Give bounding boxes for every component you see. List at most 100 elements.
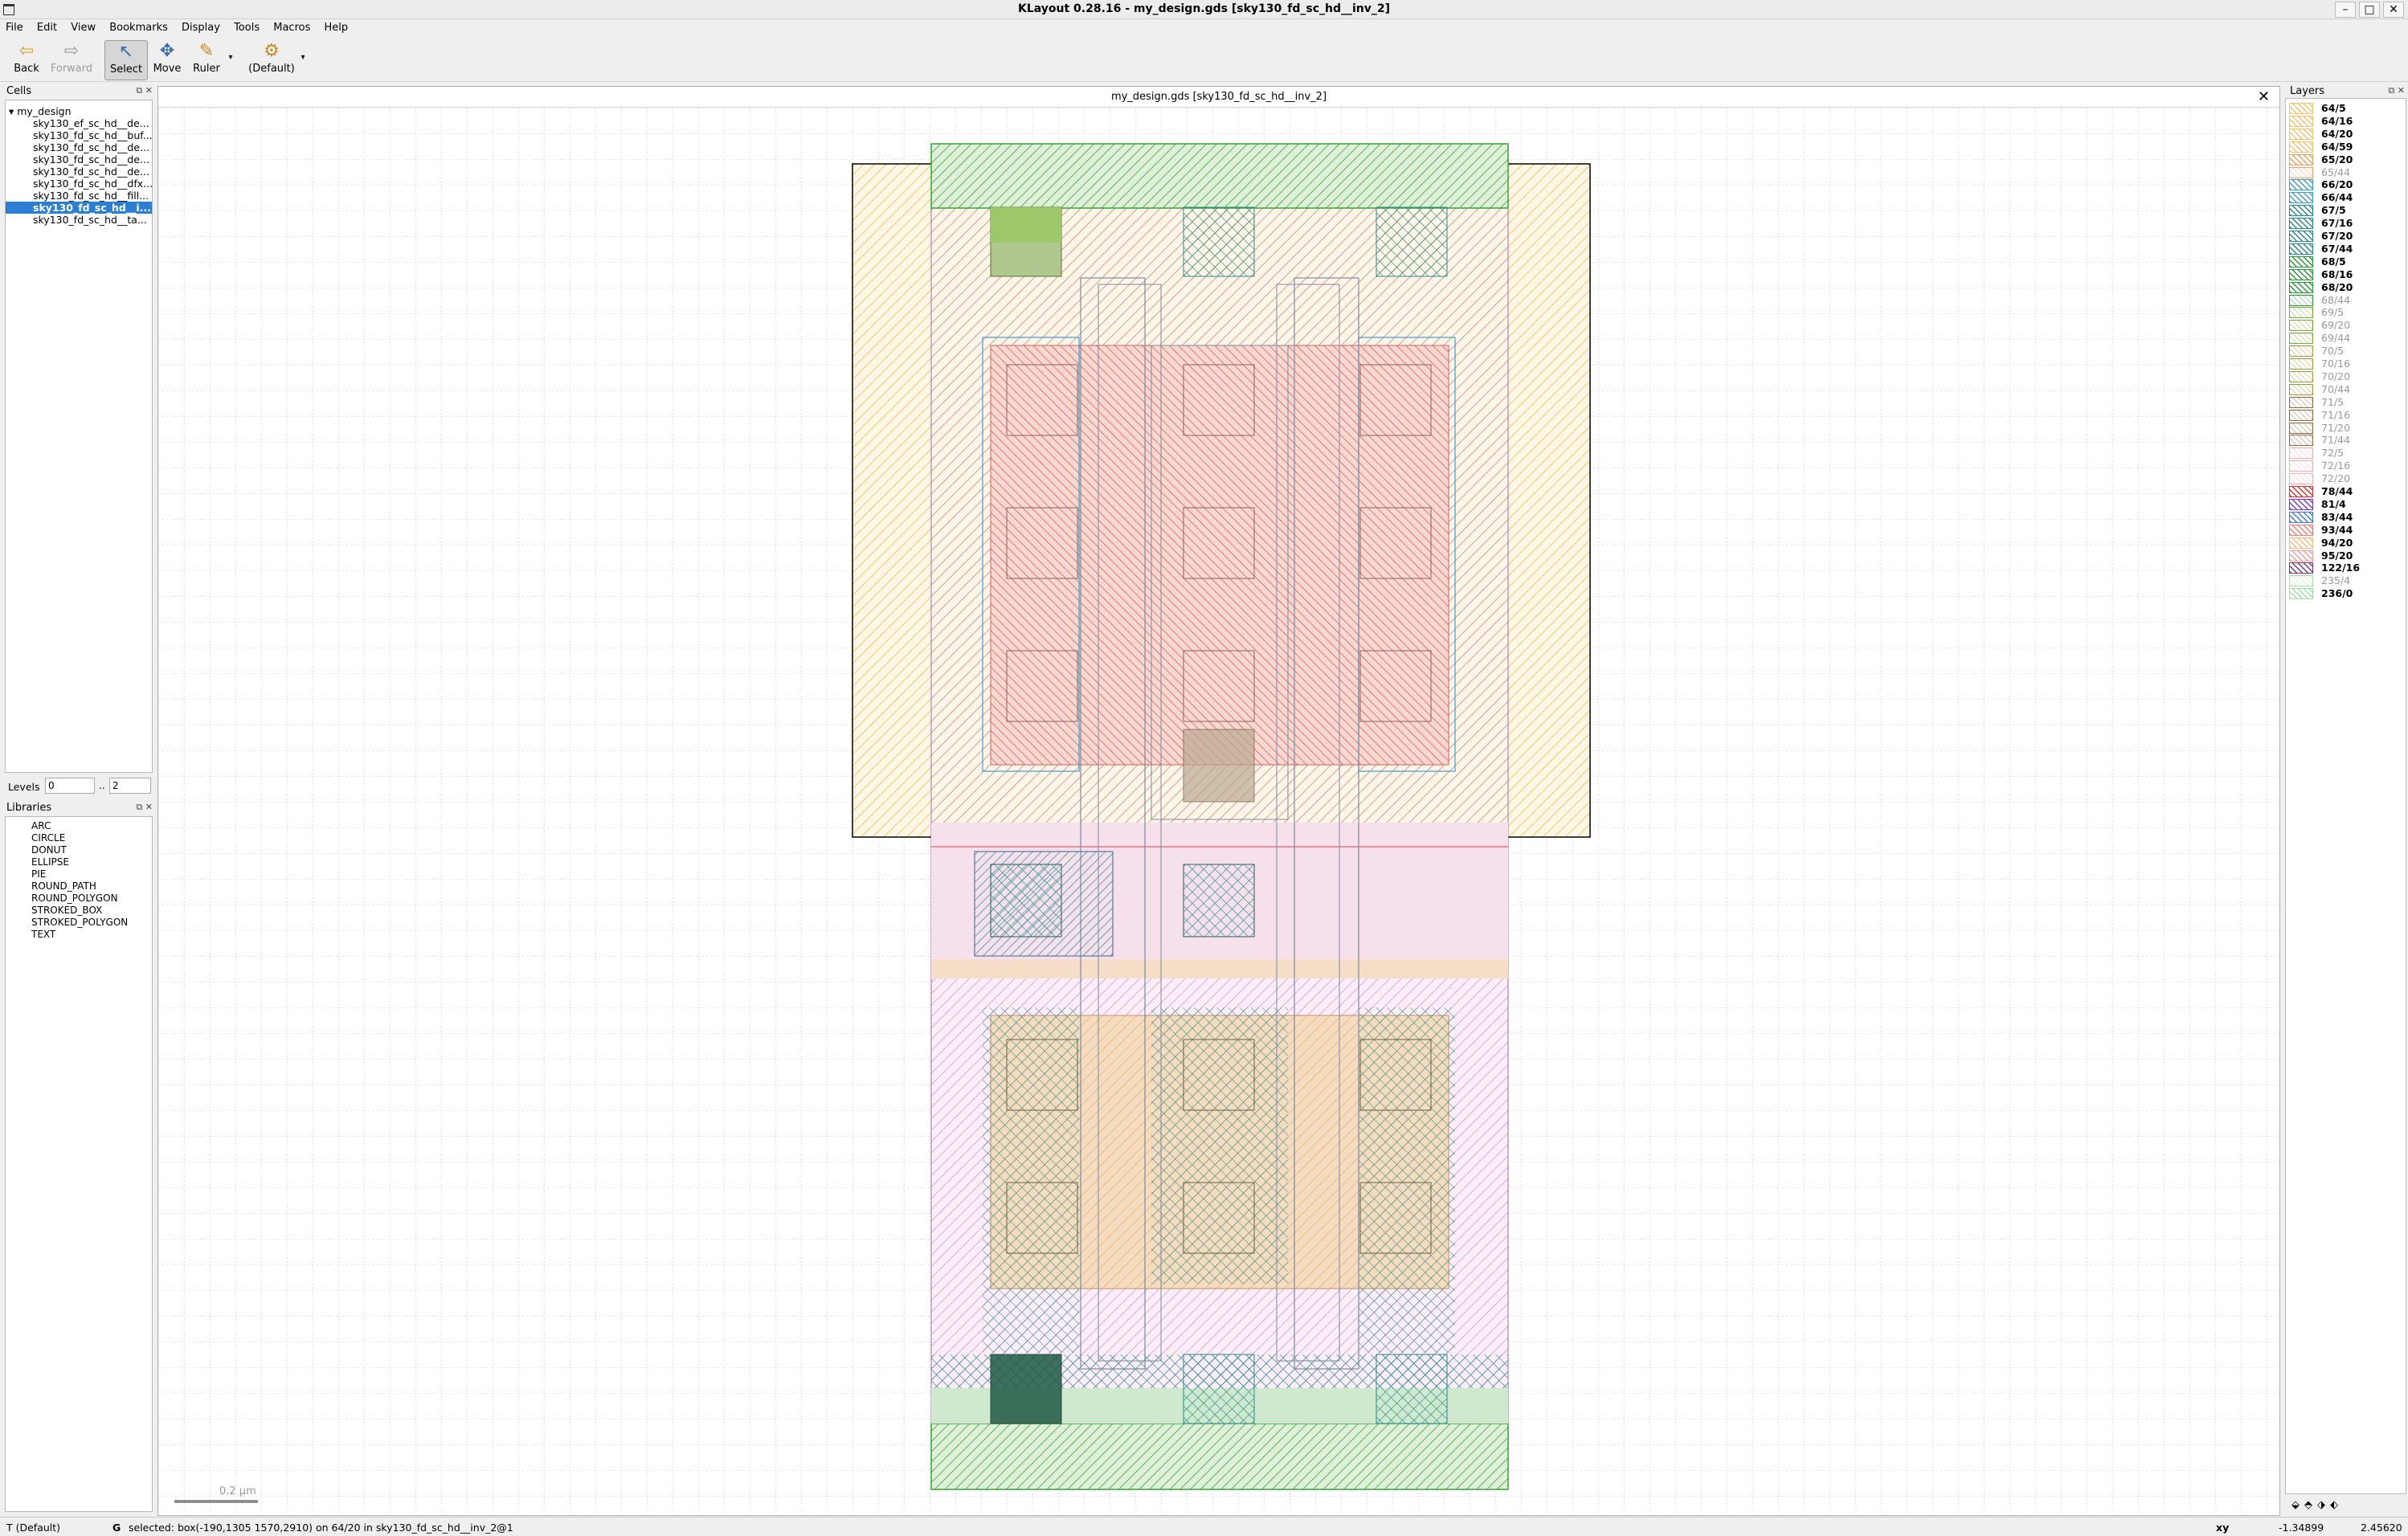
close-window-icon[interactable]: ✕: [2383, 2, 2404, 18]
layer-item[interactable]: 65/20: [2289, 153, 2402, 166]
back-button[interactable]: ⇦ Back: [10, 40, 43, 80]
levels-to-input[interactable]: 2: [109, 778, 151, 794]
library-item[interactable]: DONUT: [6, 844, 152, 856]
cell-item[interactable]: sky130_fd_sc_hd__buf...: [6, 129, 152, 141]
layer-item[interactable]: 68/16: [2289, 268, 2402, 281]
menu-file[interactable]: File: [0, 19, 28, 34]
ruler-button[interactable]: ✎ Ruler: [190, 40, 223, 80]
move-button[interactable]: ✥ Move: [151, 40, 183, 80]
layer-item[interactable]: 67/5: [2289, 204, 2402, 217]
layer-item[interactable]: 67/44: [2289, 243, 2402, 255]
layer-item[interactable]: 66/44: [2289, 191, 2402, 204]
layer-item[interactable]: 236/0: [2289, 587, 2402, 600]
cell-item[interactable]: sky130_fd_sc_hd__i...: [6, 202, 152, 214]
cell-item[interactable]: sky130_fd_sc_hd__de...: [6, 165, 152, 178]
layer-item[interactable]: 70/44: [2289, 383, 2402, 396]
layer-item[interactable]: 64/16: [2289, 115, 2402, 128]
layer-item[interactable]: 68/5: [2289, 255, 2402, 268]
layer-item[interactable]: 68/44: [2289, 294, 2402, 307]
layer-item[interactable]: 71/44: [2289, 434, 2402, 447]
maximize-icon[interactable]: □: [2359, 2, 2380, 18]
close-view-icon[interactable]: ✕: [2258, 88, 2270, 105]
layer-item[interactable]: 122/16: [2289, 562, 2402, 574]
layer-item[interactable]: 64/20: [2289, 128, 2402, 141]
layer-name: 64/16: [2321, 114, 2353, 127]
menu-bookmarks[interactable]: Bookmarks: [104, 19, 173, 34]
library-item[interactable]: ROUND_PATH: [6, 880, 152, 893]
menu-help[interactable]: Help: [319, 19, 354, 34]
minimize-icon[interactable]: –: [2335, 2, 2356, 18]
layer-item[interactable]: 83/44: [2289, 511, 2402, 524]
layer-item[interactable]: 72/20: [2289, 472, 2402, 485]
layer-name: 236/0: [2321, 587, 2353, 600]
layer-item[interactable]: 235/4: [2289, 574, 2402, 587]
layer-swatch-icon: [2289, 192, 2313, 204]
layer-nav-icons[interactable]: ⬙⬘⬗⬖: [2291, 1499, 2343, 1511]
library-item[interactable]: PIE: [6, 868, 152, 880]
dock-float-close-icon[interactable]: ⧉ ✕: [2388, 85, 2405, 96]
menu-view[interactable]: View: [65, 19, 100, 34]
layer-item[interactable]: 93/44: [2289, 524, 2402, 537]
layer-item[interactable]: 69/20: [2289, 319, 2402, 332]
status-coord-mode: xy: [2216, 1522, 2230, 1534]
layer-item[interactable]: 72/16: [2289, 460, 2402, 472]
layer-name: 68/16: [2321, 268, 2353, 280]
layer-name: 78/44: [2321, 485, 2353, 497]
menu-edit[interactable]: Edit: [31, 19, 62, 34]
layer-item[interactable]: 69/44: [2289, 332, 2402, 345]
menu-tools[interactable]: Tools: [228, 19, 264, 34]
levels-from-value: 0: [48, 780, 55, 791]
library-item[interactable]: STROKED_BOX: [6, 905, 152, 917]
layer-item[interactable]: 70/5: [2289, 345, 2402, 357]
cell-item[interactable]: sky130_fd_sc_hd__ta...: [6, 214, 152, 226]
dock-float-close-icon[interactable]: ⧉ ✕: [136, 802, 153, 813]
layer-item[interactable]: 65/44: [2289, 166, 2402, 179]
library-item[interactable]: CIRCLE: [6, 832, 152, 844]
layer-item[interactable]: 72/5: [2289, 447, 2402, 460]
layer-item[interactable]: 64/59: [2289, 141, 2402, 153]
menu-macros[interactable]: Macros: [268, 19, 315, 34]
library-item[interactable]: ROUND_POLYGON: [6, 893, 152, 905]
layer-item[interactable]: 95/20: [2289, 549, 2402, 562]
layer-item[interactable]: 71/16: [2289, 409, 2402, 422]
dock-float-close-icon[interactable]: ⧉ ✕: [136, 85, 153, 96]
layer-name: 67/5: [2321, 204, 2346, 217]
library-item[interactable]: TEXT: [6, 929, 152, 941]
library-item[interactable]: ARC: [6, 820, 152, 832]
layer-item[interactable]: 81/4: [2289, 498, 2402, 511]
select-button[interactable]: ↖ Select: [104, 40, 148, 80]
layer-item[interactable]: 71/20: [2289, 422, 2402, 435]
layer-swatch-icon: [2289, 243, 2313, 255]
cell-item[interactable]: sky130_fd_sc_hd__dfx...: [6, 178, 152, 190]
tree-root-my-design[interactable]: ▾ my_design: [9, 105, 72, 117]
levels-from-input[interactable]: 0: [45, 778, 95, 794]
ruler-dropdown-icon[interactable]: ▾: [225, 40, 236, 80]
layer-item[interactable]: 70/20: [2289, 370, 2402, 383]
layer-item[interactable]: 67/16: [2289, 217, 2402, 230]
layer-name: 66/20: [2321, 178, 2353, 191]
layer-swatch-icon: [2289, 370, 2313, 382]
layer-item[interactable]: 94/20: [2289, 537, 2402, 549]
layer-item[interactable]: 67/20: [2289, 230, 2402, 243]
menu-display[interactable]: Display: [176, 19, 225, 34]
cell-item[interactable]: sky130_fd_sc_hd__fill...: [6, 190, 152, 202]
output-contact: [1183, 864, 1255, 938]
layer-item[interactable]: 69/5: [2289, 306, 2402, 319]
library-item[interactable]: ELLIPSE: [6, 856, 152, 868]
layout-viewport[interactable]: my_design.gds [sky130_fd_sc_hd__inv_2] ✕: [157, 86, 2280, 1516]
layer-item[interactable]: 71/5: [2289, 396, 2402, 409]
layer-item[interactable]: 66/20: [2289, 178, 2402, 191]
forward-button[interactable]: ⇨ Forward: [47, 40, 96, 80]
layer-item[interactable]: 64/5: [2289, 102, 2402, 115]
layer-item[interactable]: 78/44: [2289, 485, 2402, 498]
library-item[interactable]: STROKED_POLYGON: [6, 917, 152, 929]
cell-item[interactable]: sky130_fd_sc_hd__de...: [6, 153, 152, 165]
layout-canvas[interactable]: 0.2 µm: [158, 108, 2279, 1515]
layer-item[interactable]: 68/20: [2289, 281, 2402, 294]
cell-item[interactable]: sky130_ef_sc_hd__de...: [6, 117, 152, 129]
cell-item[interactable]: sky130_fd_sc_hd__de...: [6, 141, 152, 153]
layer-swatch-icon: [2289, 218, 2313, 230]
default-dropdown-icon[interactable]: ▾: [297, 40, 309, 80]
layer-item[interactable]: 70/16: [2289, 357, 2402, 370]
default-mode-button[interactable]: ⚙ (Default): [246, 40, 297, 80]
